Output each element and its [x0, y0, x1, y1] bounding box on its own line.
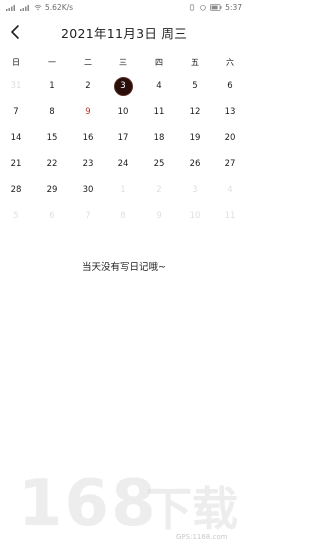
- calendar-day[interactable]: 3: [112, 79, 134, 93]
- calendar-day[interactable]: 9: [148, 209, 170, 223]
- calendar-day[interactable]: 22: [41, 157, 63, 171]
- calendar-day[interactable]: 11: [219, 209, 241, 223]
- calendar-day[interactable]: 5: [184, 79, 206, 93]
- calendar-day[interactable]: 10: [184, 209, 206, 223]
- calendar-day[interactable]: 12: [184, 105, 206, 119]
- calendar-day[interactable]: 6: [219, 79, 241, 93]
- calendar-day[interactable]: 4: [219, 183, 241, 197]
- calendar-day[interactable]: 16: [77, 131, 99, 145]
- calendar-day[interactable]: 8: [112, 209, 134, 223]
- calendar-grid: 31 1 2 3 4 5 6 7 8 9 10 11 12 13 14 15 16 17 18 19 20 21 22 23 2…: [0, 0, 248, 250]
- calendar-day[interactable]: 24: [112, 157, 134, 171]
- calendar-day[interactable]: 25: [148, 157, 170, 171]
- calendar-day[interactable]: 21: [5, 157, 27, 171]
- calendar-day[interactable]: 23: [77, 157, 99, 171]
- calendar-day[interactable]: 29: [41, 183, 63, 197]
- calendar-day[interactable]: 8: [41, 105, 63, 119]
- calendar-day[interactable]: 2: [77, 79, 99, 93]
- calendar-day[interactable]: 1: [41, 79, 63, 93]
- calendar-day[interactable]: 5: [5, 209, 27, 223]
- calendar-day[interactable]: 1: [112, 183, 134, 197]
- calendar-day[interactable]: 18: [148, 131, 170, 145]
- calendar-day[interactable]: 7: [5, 105, 27, 119]
- svg-text:168: 168: [18, 467, 158, 541]
- calendar-day[interactable]: 9: [77, 105, 99, 119]
- calendar-day[interactable]: 3: [184, 183, 206, 197]
- svg-text:下载: 下载: [146, 482, 238, 536]
- calendar-day[interactable]: 7: [77, 209, 99, 223]
- svg-text:GPS:1168.com: GPS:1168.com: [176, 533, 228, 541]
- watermark-logo: 168 下载 GPS:1168.com: [18, 467, 238, 541]
- calendar-day[interactable]: 14: [5, 131, 27, 145]
- calendar-day[interactable]: 26: [184, 157, 206, 171]
- calendar-day[interactable]: 20: [219, 131, 241, 145]
- calendar-day[interactable]: 15: [41, 131, 63, 145]
- calendar-day[interactable]: 17: [112, 131, 134, 145]
- calendar-day[interactable]: 4: [148, 79, 170, 93]
- calendar-day[interactable]: 31: [5, 79, 27, 93]
- calendar-day[interactable]: 28: [5, 183, 27, 197]
- calendar-day[interactable]: 13: [219, 105, 241, 119]
- empty-message: 当天没有写日记哦~: [82, 262, 166, 273]
- calendar-day[interactable]: 6: [41, 209, 63, 223]
- calendar-day[interactable]: 30: [77, 183, 99, 197]
- calendar-day[interactable]: 2: [148, 183, 170, 197]
- calendar-day[interactable]: 10: [112, 105, 134, 119]
- calendar-day[interactable]: 27: [219, 157, 241, 171]
- calendar-day[interactable]: 11: [148, 105, 170, 119]
- calendar-day[interactable]: 19: [184, 131, 206, 145]
